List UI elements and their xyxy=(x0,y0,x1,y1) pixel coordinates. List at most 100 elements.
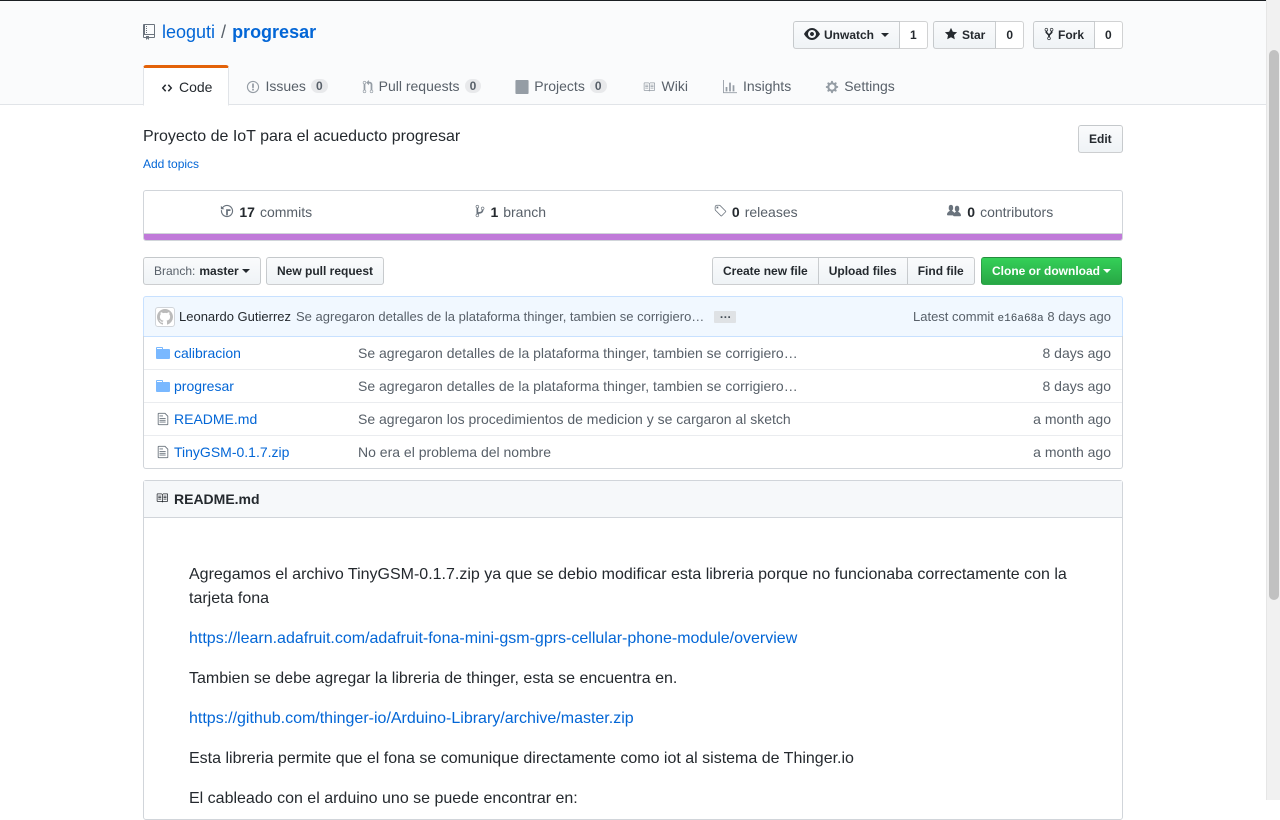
fork-button[interactable]: Fork xyxy=(1033,21,1096,49)
create-new-file-button[interactable]: Create new file xyxy=(712,257,819,285)
projects-counter: 0 xyxy=(589,79,607,93)
file-name-link[interactable]: README.md xyxy=(172,411,358,427)
readme-box: README.md Agregamos el archivo TinyGSM-0… xyxy=(143,480,1123,820)
tab-projects[interactable]: Projects 0 xyxy=(498,65,623,105)
readme-paragraph: Esta libreria permite que el fona se com… xyxy=(189,750,854,767)
file-commit-message[interactable]: Se agregaron detalles de la plataforma t… xyxy=(358,378,992,394)
star-button[interactable]: Star xyxy=(933,21,997,49)
table-row: progresar Se agregaron detalles de la pl… xyxy=(144,369,1122,402)
tab-wiki[interactable]: Wiki xyxy=(624,65,705,105)
folder-icon xyxy=(144,380,172,392)
branches-label: branch xyxy=(503,204,547,220)
stars-count[interactable]: 0 xyxy=(996,21,1025,49)
people-icon xyxy=(946,204,962,221)
tab-insights[interactable]: Insights xyxy=(705,65,808,105)
expand-commit-button[interactable]: … xyxy=(714,308,737,323)
latest-commit-prefix: Latest commit xyxy=(913,308,994,324)
forks-count[interactable]: 0 xyxy=(1095,21,1123,49)
repo-name-link[interactable]: progresar xyxy=(232,22,316,43)
branches-count: 1 xyxy=(490,204,499,220)
repo-owner-link[interactable]: leoguti xyxy=(162,22,215,43)
tab-code[interactable]: Code xyxy=(143,65,230,106)
repo-separator: / xyxy=(221,22,227,42)
branch-prefix: Branch: xyxy=(154,264,196,278)
pull-request-icon xyxy=(362,78,374,94)
scrollbar-thumb[interactable] xyxy=(1269,50,1279,600)
repo-description: Proyecto de IoT para el acueducto progre… xyxy=(143,128,461,145)
commit-message-link[interactable]: Se agregaron detalles de la plataforma t… xyxy=(296,309,704,324)
add-topics-link[interactable]: Add topics xyxy=(143,157,199,171)
releases-label: releases xyxy=(744,204,798,220)
branches-link[interactable]: 1 branch xyxy=(389,191,634,233)
releases-link[interactable]: 0 releases xyxy=(633,191,878,233)
commits-link[interactable]: 17 commits xyxy=(144,191,389,233)
issue-icon xyxy=(246,78,260,94)
new-pull-request-button[interactable]: New pull request xyxy=(266,257,385,285)
contributors-link[interactable]: 0 contributors xyxy=(878,191,1123,233)
upload-files-button[interactable]: Upload files xyxy=(817,257,908,285)
file-age: a month ago xyxy=(1033,444,1111,460)
gear-icon xyxy=(825,78,839,94)
file-commit-message[interactable]: No era el problema del nombre xyxy=(358,444,992,460)
issues-counter: 0 xyxy=(310,79,328,93)
file-commit-message[interactable]: Se agregaron detalles de la plataforma t… xyxy=(358,345,992,361)
tab-code-label: Code xyxy=(179,78,213,95)
readme-link-adafruit[interactable]: https://learn.adafruit.com/adafruit-fona… xyxy=(189,630,797,647)
releases-count: 0 xyxy=(731,204,740,220)
commits-count: 17 xyxy=(239,204,255,220)
table-row: TinyGSM-0.1.7.zip No era el problema del… xyxy=(144,435,1122,468)
readme-link-thinger[interactable]: https://github.com/thinger-io/Arduino-Li… xyxy=(189,710,634,727)
table-row: README.md Se agregaron los procedimiento… xyxy=(144,402,1122,435)
tag-icon xyxy=(713,204,727,221)
readme-paragraph: El cableado con el arduino uno se puede … xyxy=(189,790,578,807)
file-actions-group: Create new file Upload files Find file xyxy=(712,257,975,285)
edit-description-button[interactable]: Edit xyxy=(1078,125,1123,153)
commit-author-link[interactable]: Leonardo Gutierrez xyxy=(179,309,291,324)
commit-sha-link[interactable]: e16a68a xyxy=(998,313,1044,325)
file-age: 8 days ago xyxy=(1042,344,1112,361)
watchers-count[interactable]: 1 xyxy=(900,21,928,49)
tab-pull-requests-label: Pull requests xyxy=(378,78,460,94)
scrollbar[interactable] xyxy=(1266,0,1280,800)
history-icon xyxy=(220,204,234,221)
file-name-link[interactable]: progresar xyxy=(172,378,358,394)
readme-title: README.md xyxy=(174,491,260,507)
branch-select-button[interactable]: Branch: master xyxy=(143,257,261,285)
find-file-button[interactable]: Find file xyxy=(906,257,975,285)
fork-icon xyxy=(1044,27,1054,44)
pull-requests-counter: 0 xyxy=(464,79,482,93)
book-icon xyxy=(641,78,657,94)
branch-icon xyxy=(475,204,485,221)
file-age: a month ago xyxy=(1033,411,1111,427)
star-group: Star 0 xyxy=(933,21,1025,49)
readme-header: README.md xyxy=(144,481,1122,518)
clone-or-download-button[interactable]: Clone or download xyxy=(981,257,1122,285)
chevron-down-icon xyxy=(241,269,250,273)
numbers-summary: 17 commits 1 branch 0 releases 0 contrib… xyxy=(143,190,1123,241)
avatar[interactable] xyxy=(155,306,175,327)
file-commit-message[interactable]: Se agregaron los procedimientos de medic… xyxy=(358,411,992,427)
tab-wiki-label: Wiki xyxy=(661,78,688,94)
readme-content: Agregamos el archivo TinyGSM-0.1.7.zip y… xyxy=(144,518,1122,811)
tab-settings-label: Settings xyxy=(844,78,895,94)
tab-settings[interactable]: Settings xyxy=(808,65,912,105)
tab-issues[interactable]: Issues 0 xyxy=(229,65,344,105)
readme-paragraph: Agregamos el archivo TinyGSM-0.1.7.zip y… xyxy=(189,566,1067,607)
file-age: 8 days ago xyxy=(1042,378,1112,394)
file-name-link[interactable]: calibracion xyxy=(172,345,358,361)
language-bar[interactable] xyxy=(144,233,1122,240)
readme-paragraph: Tambien se debe agregar la libreria de t… xyxy=(189,670,678,687)
unwatch-label: Unwatch xyxy=(824,28,875,42)
clone-label: Clone or download xyxy=(992,264,1100,278)
file-name-link[interactable]: TinyGSM-0.1.7.zip xyxy=(172,444,358,460)
contributors-label: contributors xyxy=(980,204,1054,220)
code-icon xyxy=(160,79,174,95)
unwatch-button[interactable]: Unwatch xyxy=(793,21,901,49)
watch-group: Unwatch 1 xyxy=(793,21,928,49)
latest-commit-bar: Leonardo Gutierrez Se agregaron detalles… xyxy=(143,296,1123,337)
repo-title: leoguti / progresar xyxy=(143,22,316,43)
tab-pull-requests[interactable]: Pull requests 0 xyxy=(345,65,499,105)
chevron-down-icon xyxy=(881,33,890,37)
project-icon xyxy=(515,78,529,95)
eye-icon xyxy=(804,27,820,43)
